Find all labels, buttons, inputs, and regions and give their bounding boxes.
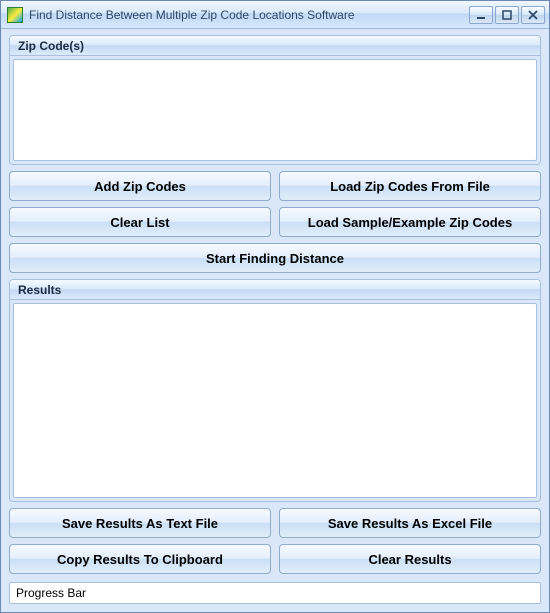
add-zip-codes-button[interactable]: Add Zip Codes (9, 171, 271, 201)
start-finding-distance-button[interactable]: Start Finding Distance (9, 243, 541, 273)
save-results-excel-button[interactable]: Save Results As Excel File (279, 508, 541, 538)
copy-results-clipboard-button[interactable]: Copy Results To Clipboard (9, 544, 271, 574)
window-title: Find Distance Between Multiple Zip Code … (29, 8, 469, 22)
results-button-row-1: Save Results As Text File Save Results A… (9, 508, 541, 538)
titlebar: Find Distance Between Multiple Zip Code … (1, 1, 549, 29)
results-list[interactable] (13, 303, 537, 498)
zip-button-row-1: Add Zip Codes Load Zip Codes From File (9, 171, 541, 201)
clear-list-button[interactable]: Clear List (9, 207, 271, 237)
zip-button-row-2: Clear List Load Sample/Example Zip Codes (9, 207, 541, 237)
zip-codes-header: Zip Code(s) (10, 36, 540, 56)
results-button-row-2: Copy Results To Clipboard Clear Results (9, 544, 541, 574)
results-group: Results (9, 279, 541, 502)
maximize-icon (502, 10, 512, 20)
save-results-text-button[interactable]: Save Results As Text File (9, 508, 271, 538)
start-button-row: Start Finding Distance (9, 243, 541, 273)
minimize-button[interactable] (469, 6, 493, 24)
zip-codes-list[interactable] (13, 59, 537, 161)
progress-bar-label: Progress Bar (16, 586, 86, 600)
app-window: Find Distance Between Multiple Zip Code … (0, 0, 550, 613)
clear-results-button[interactable]: Clear Results (279, 544, 541, 574)
maximize-button[interactable] (495, 6, 519, 24)
load-sample-zip-codes-button[interactable]: Load Sample/Example Zip Codes (279, 207, 541, 237)
results-header: Results (10, 280, 540, 300)
zip-codes-group: Zip Code(s) (9, 35, 541, 165)
minimize-icon (476, 10, 486, 20)
progress-bar: Progress Bar (9, 582, 541, 604)
window-controls (469, 6, 545, 24)
results-body (10, 300, 540, 501)
app-icon (7, 7, 23, 23)
load-zip-codes-file-button[interactable]: Load Zip Codes From File (279, 171, 541, 201)
zip-codes-body (10, 56, 540, 164)
close-icon (528, 10, 538, 20)
client-area: Zip Code(s) Add Zip Codes Load Zip Codes… (1, 29, 549, 612)
close-button[interactable] (521, 6, 545, 24)
